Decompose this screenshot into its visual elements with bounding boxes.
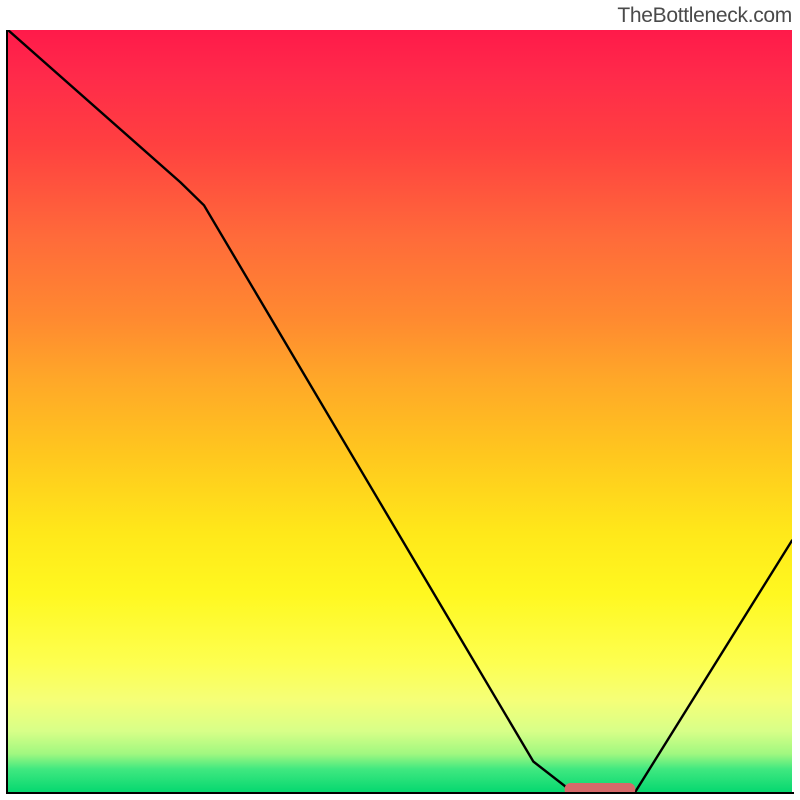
bottleneck-chart: TheBottleneck.com [0,0,800,800]
x-axis [6,792,794,794]
bottleneck-curve-path [8,30,792,792]
watermark-text: TheBottleneck.com [617,4,792,28]
bottleneck-curve-svg [8,30,792,792]
y-axis [6,30,8,794]
